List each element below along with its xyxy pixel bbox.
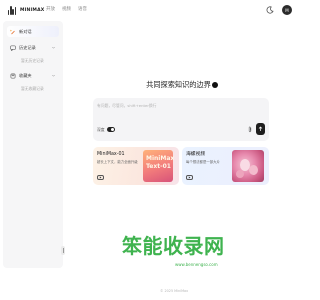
card-description: 超长上下文，能力全面升级 <box>97 160 138 164</box>
paperclip-icon[interactable] <box>247 126 253 133</box>
sidebar-item-history[interactable]: 历史记录 <box>7 42 59 53</box>
card-title: 海螺视频 <box>186 152 206 157</box>
watermark-url: www.bennengso.com <box>175 262 218 267</box>
sidebar-collapse-handle[interactable] <box>61 246 65 255</box>
sidebar-item-label: 历史记录 <box>19 44 36 50</box>
play-button[interactable] <box>186 175 193 180</box>
card-artwork: MiniMax Text-01 <box>143 150 175 182</box>
arrow-up-icon <box>258 126 263 131</box>
user-avatar[interactable]: M <box>282 5 292 15</box>
feature-card-hailuo-video[interactable]: 海螺视频 每个想法都是一部大片 <box>182 147 269 185</box>
deep-mode-label: 深度 <box>97 127 105 132</box>
moon-icon[interactable] <box>266 6 274 14</box>
history-empty-text: 暂无历史记录 <box>21 58 44 63</box>
chat-history-icon <box>10 45 16 51</box>
sidebar-item-label: 新对话 <box>19 28 32 34</box>
chevron-down-icon[interactable] <box>51 73 56 78</box>
headline-text: 共同探索知识的边界 <box>146 80 211 89</box>
card-artwork <box>232 150 264 182</box>
top-nav: 开放 视频 语音 <box>46 7 87 13</box>
sidebar-item-favorites[interactable]: 收藏夹 <box>7 70 59 81</box>
deep-mode-toggle[interactable] <box>106 127 115 132</box>
page-headline: 共同探索知识的边界 <box>95 80 269 89</box>
artwork-text-line-1: MiniMax <box>146 155 175 162</box>
deep-mode-toggle-row[interactable]: 深度 <box>97 127 115 132</box>
favorites-empty-text: 暂无收藏记录 <box>21 86 44 91</box>
cursor-dot-icon <box>211 81 218 88</box>
sidebar: 新对话 历史记录 暂无历史记录 收藏夹 暂无收藏记录 <box>3 21 63 268</box>
play-button[interactable] <box>97 175 104 180</box>
artwork-text-line-2: Text-01 <box>146 163 171 170</box>
nav-link-voice[interactable]: 语音 <box>78 7 87 13</box>
chat-composer[interactable]: 有问题，尽管问，shift+enter换行 深度 <box>93 98 269 141</box>
footer-copyright: © 2025 MiniMax <box>160 289 189 293</box>
top-bar: MINIMAX 开放 视频 语音 M <box>0 0 300 20</box>
send-button[interactable] <box>256 123 265 135</box>
watermark-text: 笨能收录网 <box>122 234 225 258</box>
card-description: 每个想法都是一部大片 <box>186 160 220 164</box>
sparkle-pencil-icon <box>10 29 15 34</box>
play-icon <box>99 176 102 179</box>
card-title: MiniMax-01 <box>97 152 125 157</box>
bookmark-icon <box>10 73 16 78</box>
play-icon <box>188 176 191 179</box>
sidebar-item-new-chat[interactable]: 新对话 <box>7 26 59 37</box>
nav-link-open[interactable]: 开放 <box>46 7 55 13</box>
sidebar-item-label: 收藏夹 <box>19 72 32 78</box>
top-actions: M <box>266 5 292 15</box>
chevron-down-icon[interactable] <box>51 45 56 50</box>
brand-name: MINIMAX <box>20 8 45 13</box>
composer-placeholder[interactable]: 有问题，尽管问，shift+enter换行 <box>97 103 156 108</box>
minimax-logo-icon <box>8 6 17 15</box>
feature-card-minimax-01[interactable]: MiniMax-01 超长上下文，能力全面升级 MiniMax Text-01 <box>93 147 179 185</box>
nav-link-video[interactable]: 视频 <box>62 7 71 13</box>
brand-logo[interactable]: MINIMAX <box>8 6 44 15</box>
